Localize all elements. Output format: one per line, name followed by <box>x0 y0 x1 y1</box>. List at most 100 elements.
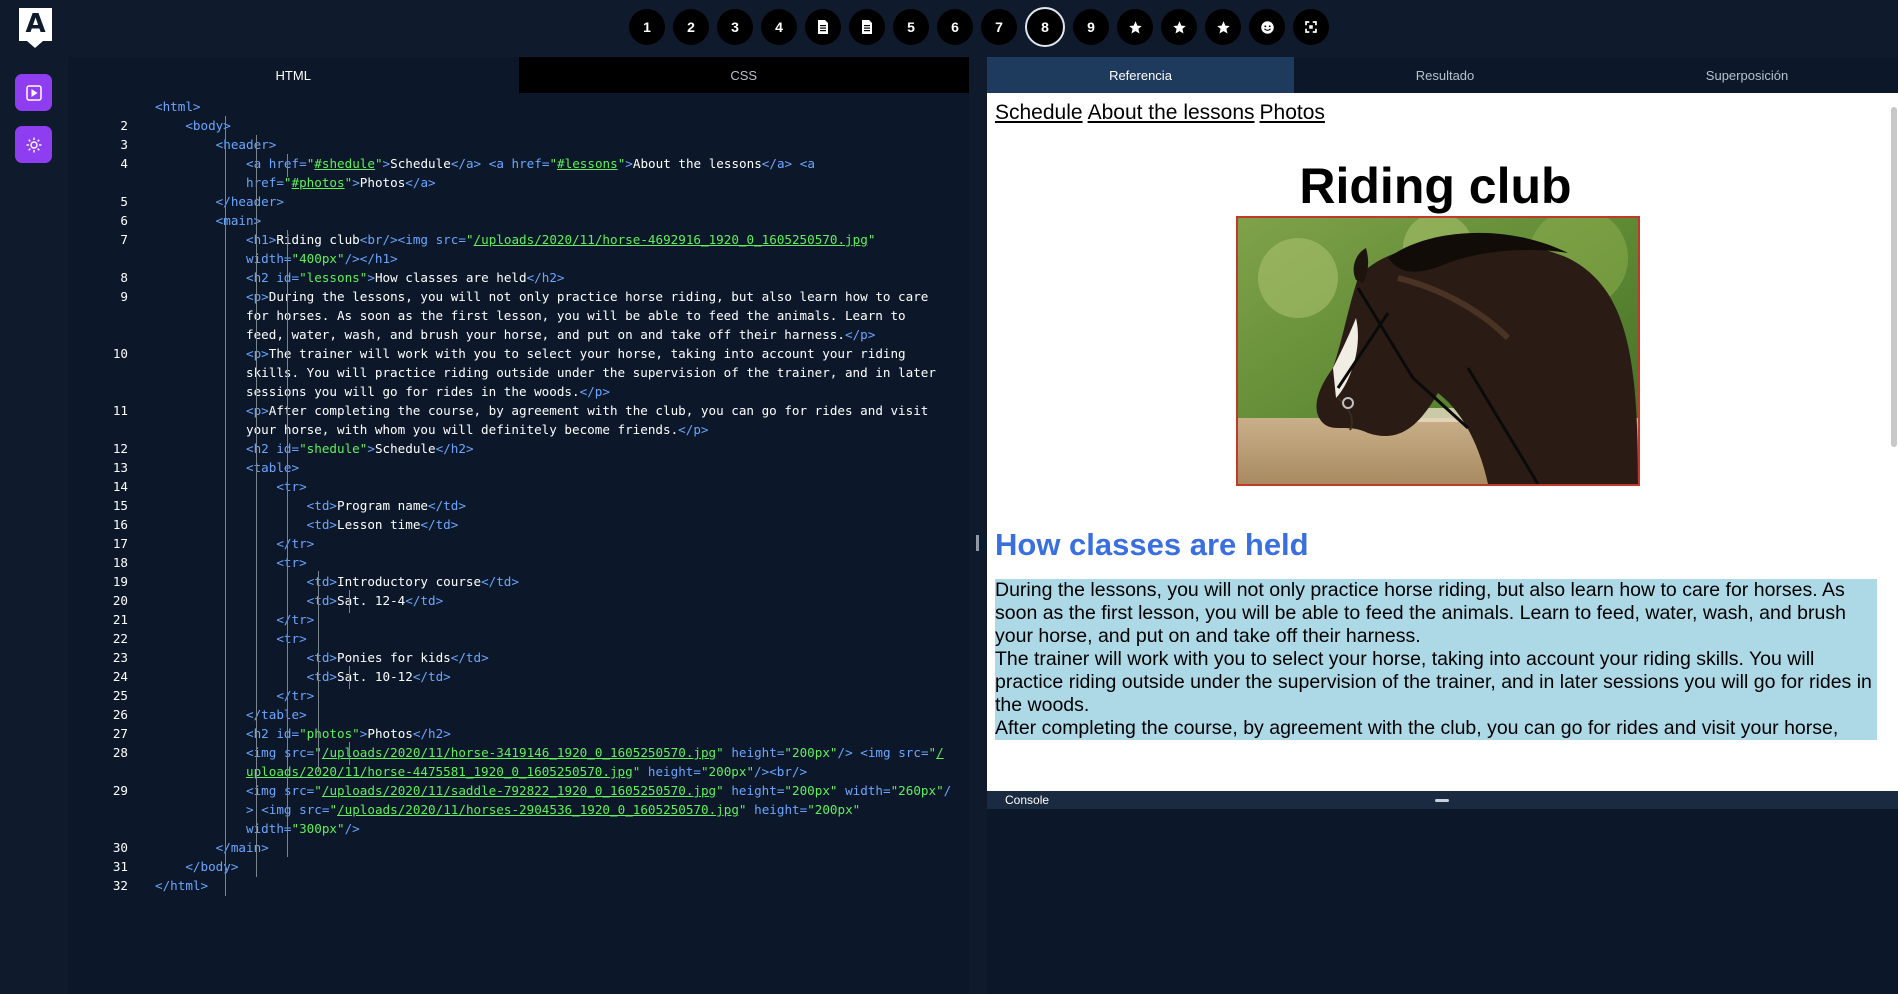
star-icon <box>1128 20 1142 33</box>
code-area[interactable]: <html> 2 <body> 3 <header> 4 <a href="#s… <box>68 93 969 896</box>
editor-tabs: HTML CSS <box>68 57 969 93</box>
panel-splitter[interactable] <box>969 57 987 994</box>
nav-link-about[interactable]: About the lessons <box>1088 101 1255 124</box>
code-line: 19 <td>Introductory course</td> <box>112 574 519 589</box>
step-5[interactable]: 5 <box>893 9 929 45</box>
code-line: 31 </body> <box>112 859 239 874</box>
code-line: 32 </html> <box>112 878 209 893</box>
tab-resultado[interactable]: Resultado <box>1294 57 1596 93</box>
top-bar: A 1 2 3 4 5 6 7 8 9 <box>0 0 1898 57</box>
reference-preview[interactable]: Schedule About the lessons Photos Riding c… <box>987 93 1898 791</box>
step-navigation: 1 2 3 4 5 6 7 8 9 <box>629 7 1329 47</box>
code-line: 17 </tr> <box>112 536 315 551</box>
console-label: Console <box>1005 793 1050 807</box>
code-line: 23 <td>Ponies for kids</td> <box>112 650 489 665</box>
step-7[interactable]: 7 <box>981 9 1017 45</box>
step-2[interactable]: 2 <box>673 9 709 45</box>
preview-title: Riding club <box>1299 158 1572 214</box>
step-expand[interactable] <box>1293 9 1329 45</box>
step-9[interactable]: 9 <box>1073 9 1109 45</box>
code-line: width="400px"/></h1> <box>246 251 398 266</box>
code-line: 7 <h1>Riding club<br/><img src="/uploads… <box>120 232 876 247</box>
code-line: 18 <tr> <box>112 555 307 570</box>
step-4[interactable]: 4 <box>761 9 797 45</box>
code-line: 2 <body> <box>120 118 231 133</box>
step-1[interactable]: 1 <box>629 9 665 45</box>
step-6[interactable]: 6 <box>937 9 973 45</box>
code-line: 9 <p>During the lessons, you will not on… <box>120 289 929 304</box>
sun-icon <box>26 137 41 152</box>
code-line: 26 </table> <box>112 707 307 722</box>
code-line: for horses. As soon as the first lesson,… <box>155 308 906 323</box>
code-line: 13 <table> <box>112 460 300 475</box>
preview-scrollbar[interactable] <box>1888 93 1898 791</box>
section-heading: How classes are held <box>995 527 1309 562</box>
paragraph-2: The trainer will work with you to select… <box>995 648 1877 717</box>
star-icon <box>1216 20 1230 33</box>
code-line: <html> <box>155 99 201 114</box>
code-line: 14 <tr> <box>112 479 307 494</box>
nav-link-schedule[interactable]: Schedule <box>995 101 1083 124</box>
code-line: 27 <h2 id="photos">Photos</h2> <box>112 726 451 741</box>
left-rail <box>0 57 68 994</box>
code-line: 10 <p>The trainer will work with you to … <box>112 346 906 361</box>
code-line: href="#photos">Photos</a> <box>246 175 436 190</box>
step-star-1[interactable] <box>1117 9 1153 45</box>
code-line: 6 <main> <box>120 213 262 228</box>
code-line: 15 <td>Program name</td> <box>112 498 466 513</box>
code-line: width="300px"/> <box>246 821 360 836</box>
code-editor-panel: HTML CSS <html> 2 <body> 3 <header> 4 <a… <box>68 57 969 994</box>
step-8-active[interactable]: 8 <box>1025 7 1065 47</box>
code-line: your horse, with whom you will definitel… <box>155 422 709 437</box>
code-line: 30 </main> <box>112 840 269 855</box>
step-doc-2[interactable] <box>849 9 885 45</box>
preview-tabs: Referencia Resultado Superposición <box>987 57 1898 93</box>
document-icon <box>862 20 872 34</box>
drag-handle[interactable] <box>976 535 979 551</box>
step-smiley[interactable] <box>1249 9 1285 45</box>
paragraph-3: After completing the course, by agreemen… <box>995 717 1877 740</box>
console-resize-handle[interactable] <box>1435 799 1449 802</box>
code-line: 25 </tr> <box>112 688 315 703</box>
code-line: feed, water, wash, and brush your horse,… <box>155 327 876 342</box>
tab-html[interactable]: HTML <box>68 57 519 93</box>
expand-icon <box>1305 21 1317 33</box>
code-line: 20 <td>Sat. 12-4</td> <box>112 593 444 608</box>
code-line: 21 </tr> <box>112 612 315 627</box>
step-doc-1[interactable] <box>805 9 841 45</box>
code-line: 11 <p>After completing the course, by ag… <box>112 403 929 418</box>
console-header[interactable]: Console <box>987 791 1898 809</box>
tab-css[interactable]: CSS <box>518 57 969 93</box>
horse-image <box>1236 216 1640 486</box>
tab-referencia[interactable]: Referencia <box>987 57 1294 93</box>
code-line: > <img src="/uploads/2020/11/horses-2904… <box>246 802 861 817</box>
step-star-3[interactable] <box>1205 9 1241 45</box>
code-line: 3 <header> <box>120 137 277 152</box>
console-output <box>987 809 1898 994</box>
document-icon <box>818 20 828 34</box>
step-3[interactable]: 3 <box>717 9 753 45</box>
code-line: 22 <tr> <box>112 631 307 646</box>
code-line: 12 <h2 id="shedule">Schedule</h2> <box>112 441 474 456</box>
preview-panel: Referencia Resultado Superposición Sched… <box>987 57 1898 994</box>
step-star-2[interactable] <box>1161 9 1197 45</box>
theme-toggle-button[interactable] <box>15 126 52 163</box>
nav-link-photos[interactable]: Photos <box>1260 101 1325 124</box>
code-line: 24 <td>Sat. 10-12</td> <box>112 669 451 684</box>
code-line: 16 <td>Lesson time</td> <box>112 517 459 532</box>
code-line: 5 </header> <box>120 194 284 209</box>
tab-superposicion[interactable]: Superposición <box>1596 57 1898 93</box>
code-line: skills. You will practice riding outside… <box>155 365 936 380</box>
code-line: sessions you will go for rides in the wo… <box>155 384 610 399</box>
run-button[interactable] <box>15 74 52 111</box>
play-icon <box>25 84 42 101</box>
smiley-icon <box>1260 20 1274 34</box>
code-line: 4 <a href="#shedule">Schedule</a> <a hre… <box>120 156 815 171</box>
app-logo[interactable]: A <box>19 8 52 48</box>
code-line: 28 <img src="/uploads/2020/11/horse-3419… <box>112 745 944 760</box>
preview-nav: Schedule About the lessons Photos <box>995 101 1330 125</box>
code-line: 29 <img src="/uploads/2020/11/saddle-792… <box>112 783 952 798</box>
paragraph-1: During the lessons, you will not only pr… <box>995 579 1877 648</box>
code-line: uploads/2020/11/horse-4475581_1920_0_160… <box>246 764 808 779</box>
code-line: 8 <h2 id="lessons">How classes are held<… <box>120 270 565 285</box>
